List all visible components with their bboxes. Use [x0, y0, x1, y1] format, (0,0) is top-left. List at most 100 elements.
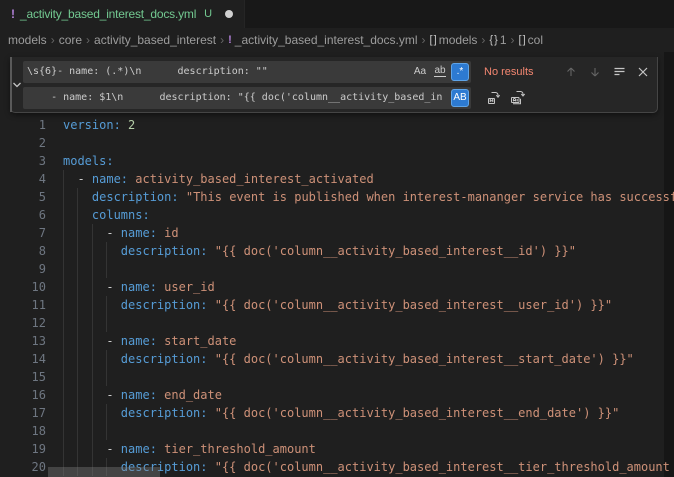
code-token: description:	[121, 352, 208, 366]
breadcrumb-item[interactable]: core	[59, 33, 82, 47]
code-token: "{{ doc('column__activity_based_interest…	[215, 244, 576, 258]
code-token: tier_threshold_amount	[164, 442, 316, 456]
breadcrumb-item[interactable]: activity_based_interest	[94, 33, 216, 47]
code-token: description:	[121, 244, 208, 258]
code-text: description: "{{ doc('column__activity_b…	[63, 242, 576, 260]
code-token: start_date	[164, 334, 236, 348]
previous-match-button[interactable]	[561, 62, 581, 82]
breadcrumb-label: activity_based_interest	[94, 33, 216, 47]
replace-button[interactable]	[484, 88, 504, 108]
code-text: description: "{{ doc('column__activity_b…	[63, 404, 619, 422]
editor-pane[interactable]: 1version: 223models:4 - name: activity_b…	[0, 52, 674, 477]
breadcrumb-item[interactable]: !_activity_based_interest_docs.yml	[228, 33, 417, 47]
toggle-replace-chevron-icon[interactable]	[11, 57, 23, 112]
code-token: user_id	[164, 280, 215, 294]
code-line[interactable]: 14 description: "{{ doc('column__activit…	[0, 350, 674, 368]
indent-guide	[77, 314, 78, 332]
find-widget-resize-sash[interactable]	[10, 57, 12, 112]
breadcrumb-item[interactable]: [ ]col	[519, 33, 544, 47]
preserve-case-toggle[interactable]: AB	[451, 89, 469, 107]
indent-guide	[92, 314, 93, 332]
code-line[interactable]: 9	[0, 260, 674, 278]
code-line[interactable]: 8 description: "{{ doc('column__activity…	[0, 242, 674, 260]
indent-guide	[63, 422, 64, 440]
code-line[interactable]: 18	[0, 422, 674, 440]
indent-guide	[92, 422, 93, 440]
code-token: version:	[63, 118, 121, 132]
breadcrumb-item[interactable]: models	[8, 33, 47, 47]
replace-input[interactable]: - name: $1\n description: "{{ doc('colum…	[23, 87, 471, 109]
code-line[interactable]: 10 - name: user_id	[0, 278, 674, 296]
code-line[interactable]: 6 columns:	[0, 206, 674, 224]
code-token: -	[63, 334, 121, 348]
code-token: "This event is published when interest-m…	[186, 190, 674, 204]
git-status-badge: U	[204, 8, 212, 20]
find-in-selection-icon[interactable]	[609, 62, 629, 82]
line-number: 4	[0, 170, 46, 188]
indent-guide	[63, 368, 64, 386]
code-token: id	[164, 226, 178, 240]
line-number: 10	[0, 278, 46, 296]
line-number: 2	[0, 134, 46, 152]
indent-guide	[63, 314, 64, 332]
indent-guide	[106, 314, 107, 332]
regex-toggle[interactable]: .*	[451, 63, 469, 81]
indent-guide	[92, 368, 93, 386]
code-line[interactable]: 7 - name: id	[0, 224, 674, 242]
code-text: - name: activity_based_interest_activate…	[63, 170, 374, 188]
tab-active-file[interactable]: ! _activity_based_interest_docs.yml U	[0, 0, 245, 28]
match-case-toggle[interactable]: Aa	[411, 63, 429, 81]
code-area[interactable]: 1version: 223models:4 - name: activity_b…	[0, 52, 674, 476]
code-line[interactable]: 19 - name: tier_threshold_amount	[0, 440, 674, 458]
close-find-widget-icon[interactable]	[633, 62, 653, 82]
code-token	[208, 298, 215, 312]
code-token: end_date	[164, 388, 222, 402]
breadcrumb-separator-icon: ›	[86, 33, 90, 47]
code-line[interactable]: 17 description: "{{ doc('column__activit…	[0, 404, 674, 422]
code-line[interactable]: 11 description: "{{ doc('column__activit…	[0, 296, 674, 314]
breadcrumb-separator-icon: ›	[481, 33, 485, 47]
code-line[interactable]: 2	[0, 134, 674, 152]
dirty-indicator-dot[interactable]	[225, 10, 233, 18]
code-text: columns:	[63, 206, 150, 224]
code-token	[121, 118, 128, 132]
replace-all-button[interactable]	[508, 88, 528, 108]
line-number: 19	[0, 440, 46, 458]
yaml-file-icon: !	[11, 7, 15, 21]
find-input[interactable]: \s{6}- name: (.*)\n description: "" Aa a…	[23, 61, 471, 83]
code-text: - name: tier_threshold_amount	[63, 440, 316, 458]
indent-guide	[106, 422, 107, 440]
breadcrumb-item[interactable]: { }1	[489, 33, 506, 47]
symbol-object-icon: { }	[489, 34, 496, 46]
next-match-button[interactable]	[585, 62, 605, 82]
code-text: - name: start_date	[63, 332, 236, 350]
line-number: 8	[0, 242, 46, 260]
code-line[interactable]: 3models:	[0, 152, 674, 170]
code-token: name:	[92, 172, 128, 186]
code-token	[63, 298, 121, 312]
code-line[interactable]: 16 - name: end_date	[0, 386, 674, 404]
code-line[interactable]: 4 - name: activity_based_interest_activa…	[0, 170, 674, 188]
find-row: \s{6}- name: (.*)\n description: "" Aa a…	[23, 61, 653, 83]
code-line[interactable]: 1version: 2	[0, 116, 674, 134]
code-token	[63, 208, 92, 222]
code-text: version: 2	[63, 116, 135, 134]
code-line[interactable]: 15	[0, 368, 674, 386]
line-number: 6	[0, 206, 46, 224]
line-number: 11	[0, 296, 46, 314]
whole-word-toggle[interactable]: ab	[431, 63, 449, 81]
code-token: name:	[121, 226, 157, 240]
code-line[interactable]: 5 description: "This event is published …	[0, 188, 674, 206]
breadcrumb-item[interactable]: [ ]models	[430, 33, 478, 47]
horizontal-scrollbar-thumb[interactable]	[48, 467, 160, 477]
code-token	[179, 190, 186, 204]
code-token: models:	[63, 154, 114, 168]
find-results-count: No results	[484, 66, 557, 78]
line-number: 20	[0, 458, 46, 476]
line-number: 5	[0, 188, 46, 206]
breadcrumb-separator-icon: ›	[51, 33, 55, 47]
indent-guide	[77, 260, 78, 278]
code-line[interactable]: 13 - name: start_date	[0, 332, 674, 350]
code-line[interactable]: 12	[0, 314, 674, 332]
find-query-text: \s{6}- name: (.*)\n description: ""	[27, 66, 411, 77]
